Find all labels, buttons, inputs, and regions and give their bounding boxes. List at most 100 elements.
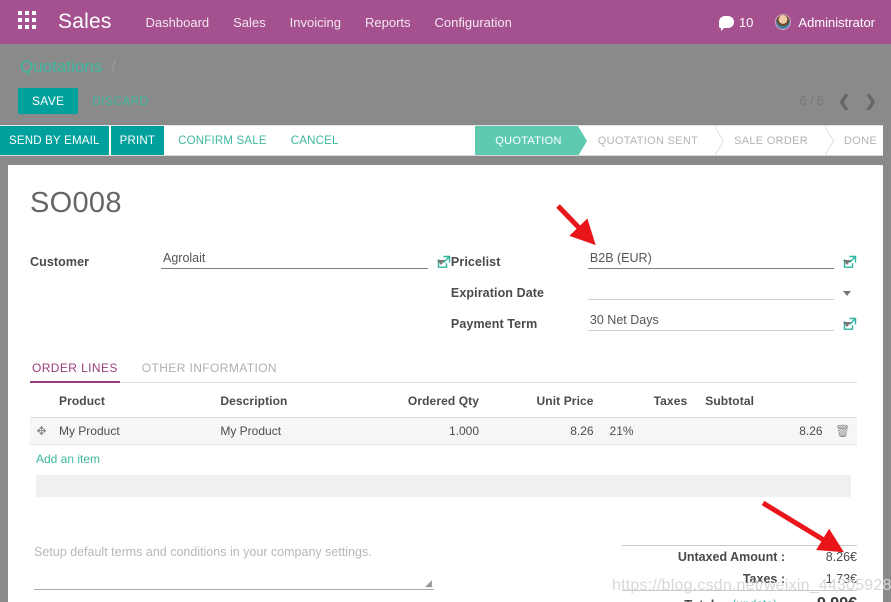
untaxed-amount-value: 8.26€ [795,550,857,564]
menu-item-dashboard[interactable]: Dashboard [146,15,210,30]
app-brand-title[interactable]: Sales [58,10,112,34]
tab-other-information[interactable]: OTHER INFORMATION [140,361,289,382]
expiration-date-input[interactable] [588,281,834,300]
total-label: Total : [622,597,732,602]
form-sheet: SO008 Customer [8,165,883,602]
payment-term-control [588,312,857,331]
customer-input[interactable] [161,250,428,269]
user-menu[interactable]: Administrator [775,14,875,30]
sheet-container: SO008 Customer [0,156,891,602]
breadcrumb: Quotations / SO008 [0,44,891,77]
discard-button[interactable]: DISCARD [92,94,148,108]
chat-bubble-icon [719,16,734,28]
cell-unit-price[interactable]: 8.26 [485,418,600,445]
th-ordered-qty: Ordered Qty [371,385,486,418]
stage-arrow-icon [578,126,587,156]
notebook-tabs: ORDER LINES OTHER INFORMATION [30,361,857,383]
expiration-date-control [588,281,857,300]
status-stage-done[interactable]: DONE [824,126,891,155]
table-row[interactable]: ✥ My Product My Product 1.000 8.26 21% 8… [30,418,857,445]
row-delete-button[interactable]: 🗑 [829,418,857,445]
add-an-item-link[interactable]: Add an item [30,445,857,475]
chevron-left-icon[interactable]: ❮ [838,92,851,110]
messages-count: 10 [739,15,753,30]
apps-grid-icon[interactable] [18,11,40,33]
cell-description[interactable]: My Product [214,418,370,445]
stage-arrow-icon [824,126,833,156]
print-button[interactable]: PRINT [111,126,165,155]
record-pager: 6 / 6 ❮ ❯ [800,92,891,110]
menu-item-sales[interactable]: Sales [233,15,266,30]
user-name: Administrator [798,15,875,30]
cancel-button[interactable]: CANCEL [279,126,351,155]
th-delete [829,385,857,418]
confirm-sale-button[interactable]: CONFIRM SALE [166,126,279,155]
status-pipeline: QUOTATION QUOTATION SENT SALE ORDER DONE [475,126,891,155]
avatar [775,14,791,30]
send-by-email-button[interactable]: SEND BY EMAIL [0,126,109,155]
update-totals-link[interactable]: (update) [732,597,777,602]
field-row-expiration-date: Expiration Date [451,279,857,300]
pricelist-label: Pricelist [451,255,588,269]
resize-grip-icon[interactable]: ◢ [425,579,434,588]
external-link-icon[interactable] [843,255,857,269]
sheet-footer: Setup default terms and conditions in yo… [30,545,857,602]
menu-item-reports[interactable]: Reports [365,15,411,30]
untaxed-amount-label: Untaxed Amount : [622,550,795,564]
chevron-right-icon[interactable]: ❯ [864,92,877,110]
status-stage-label: DONE [844,135,877,147]
taxes-label: Taxes : [622,572,795,586]
pricelist-input[interactable] [588,250,834,269]
cell-product[interactable]: My Product [53,418,214,445]
terms-placeholder[interactable]: Setup default terms and conditions in yo… [34,545,434,559]
totals-section: Untaxed Amount : 8.26€ Taxes : 1.73€ Tot… [622,545,857,602]
status-stage-sale-order[interactable]: SALE ORDER [714,126,824,155]
pager-text: 6 / 6 [800,94,824,108]
customer-control [161,250,451,269]
breadcrumb-separator: / [111,57,116,76]
order-lines-table: Product Description Ordered Qty Unit Pri… [30,385,857,445]
status-stage-quotation-sent[interactable]: QUOTATION SENT [578,126,714,155]
trash-icon: 🗑 [835,424,850,438]
edit-controls-bar: SAVE DISCARD 6 / 6 ❮ ❯ [0,77,891,125]
th-taxes: Taxes [600,385,694,418]
status-stage-label: SALE ORDER [734,135,808,147]
terms-input-underline[interactable]: ◢ [34,589,434,590]
move-handle-icon: ✥ [36,425,46,437]
terms-section: Setup default terms and conditions in yo… [30,545,434,602]
cell-subtotal: 8.26 [693,418,828,445]
save-button[interactable]: SAVE [18,88,78,114]
main-menu: Dashboard Sales Invoicing Reports Config… [146,15,512,30]
th-handle [30,385,53,418]
field-row-pricelist: Pricelist [451,248,857,269]
field-row-payment-term: Payment Term [451,310,857,331]
th-unit-price: Unit Price [485,385,600,418]
breadcrumb-root[interactable]: Quotations [20,57,102,76]
external-link-icon[interactable] [437,255,451,269]
taxes-value: 1.73€ [795,572,857,586]
field-row-customer: Customer [30,248,451,269]
status-stage-quotation[interactable]: QUOTATION [475,126,577,155]
menu-item-configuration[interactable]: Configuration [435,15,512,30]
order-lines-header: Product Description Ordered Qty Unit Pri… [30,385,857,418]
top-navbar: Sales Dashboard Sales Invoicing Reports … [0,0,891,44]
order-lines-body: ✥ My Product My Product 1.000 8.26 21% 8… [30,418,857,445]
cell-taxes[interactable]: 21% [600,418,694,445]
pricelist-control [588,250,857,269]
row-move-handle[interactable]: ✥ [30,418,53,445]
form-column-left: Customer [30,248,451,331]
tab-order-lines[interactable]: ORDER LINES [30,361,130,382]
external-link-icon[interactable] [843,317,857,331]
odoo-sales-quotation-page: Sales Dashboard Sales Invoicing Reports … [0,0,891,602]
menu-item-invoicing[interactable]: Invoicing [290,15,341,30]
table-header-row: Product Description Ordered Qty Unit Pri… [30,385,857,418]
messages-button[interactable]: 10 [719,15,753,30]
total-value: 9.99€ [785,595,857,602]
form-column-right: Pricelist [451,248,857,331]
payment-term-input[interactable] [588,312,834,331]
breadcrumb-current: SO008 [124,57,177,76]
status-stage-label: QUOTATION [495,135,561,147]
th-product: Product [53,385,214,418]
cell-ordered-qty[interactable]: 1.000 [371,418,486,445]
payment-term-label: Payment Term [451,317,588,331]
